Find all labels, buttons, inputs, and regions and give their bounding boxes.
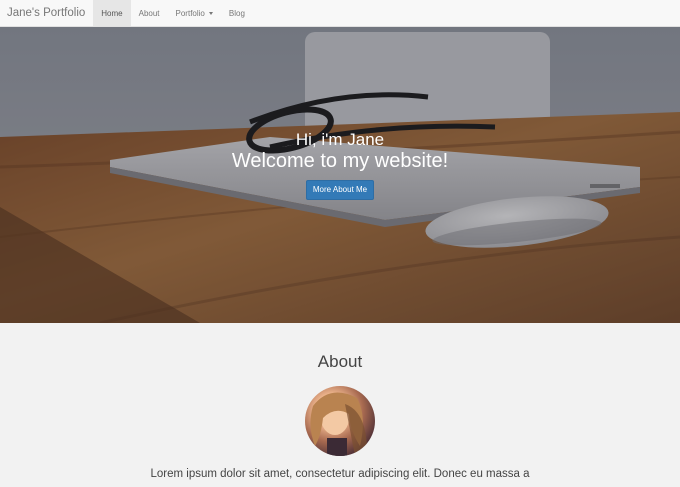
nav-item-portfolio-label: Portfolio <box>175 8 205 18</box>
hero-greeting: Hi, i'm Jane <box>295 130 385 149</box>
brand-link[interactable]: Jane's Portfolio <box>0 0 93 26</box>
nav-item-portfolio-dropdown[interactable]: Portfolio <box>168 0 221 26</box>
caret-down-icon <box>208 11 213 15</box>
hero-welcome-heading: Welcome to my website! <box>231 150 449 172</box>
nav-item-about[interactable]: About <box>131 0 168 26</box>
hero-section: Hi, i'm Jane Welcome to my website! More… <box>0 27 680 323</box>
hero-text: Hi, i'm Jane Welcome to my website! More… <box>0 130 680 200</box>
navbar: Jane's Portfolio Home About Portfolio Bl… <box>0 0 680 27</box>
avatar <box>305 386 375 456</box>
nav-menu: Home About Portfolio Blog <box>93 0 253 26</box>
nav-item-blog[interactable]: Blog <box>221 0 253 26</box>
nav-item-home-label: Home <box>101 8 123 18</box>
more-about-me-button[interactable]: More About Me <box>305 180 375 200</box>
about-heading: About <box>317 352 363 371</box>
nav-item-blog-label: Blog <box>228 8 245 18</box>
nav-item-home[interactable]: Home <box>93 0 131 26</box>
nav-item-about-label: About <box>138 8 160 18</box>
avatar-photo <box>310 392 367 456</box>
about-paragraph: Lorem ipsum dolor sit amet, consectetur … <box>150 468 530 480</box>
